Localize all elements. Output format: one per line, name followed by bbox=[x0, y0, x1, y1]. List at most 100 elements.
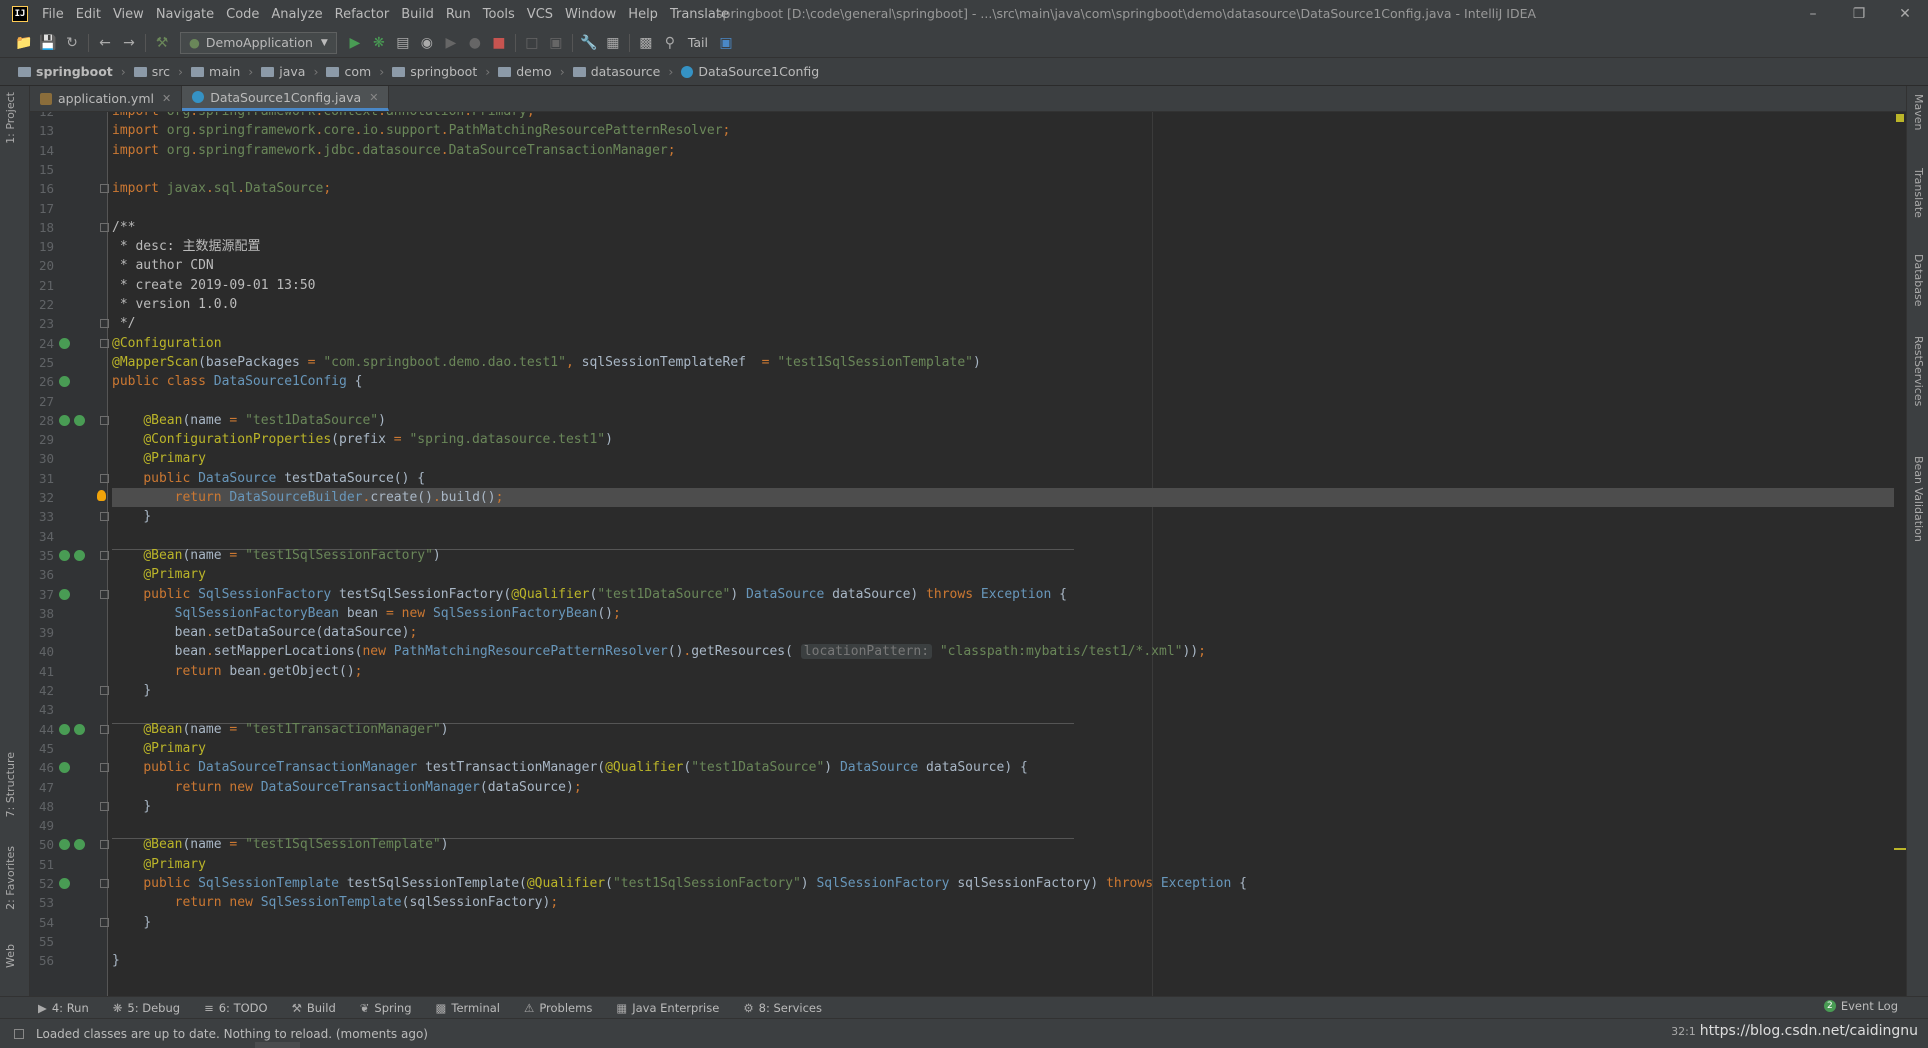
fold-marker-icon[interactable] bbox=[100, 319, 109, 329]
menu-analyze[interactable]: Analyze bbox=[265, 7, 328, 22]
terminal-window-icon[interactable]: ▩ bbox=[634, 31, 658, 55]
menu-navigate[interactable]: Navigate bbox=[150, 7, 220, 22]
tool-5-debug[interactable]: ❋ 5: Debug bbox=[113, 1001, 180, 1015]
menu-tools[interactable]: Tools bbox=[477, 7, 521, 22]
close-icon[interactable]: ✕ bbox=[1882, 0, 1928, 28]
tool-terminal[interactable]: ▩ Terminal bbox=[436, 1001, 500, 1015]
tool-spring[interactable]: ❦ Spring bbox=[360, 1001, 412, 1015]
run-configuration-select[interactable]: ● DemoApplication ▼ bbox=[180, 31, 337, 54]
favorites-tool-tab[interactable]: 2: Favorites bbox=[4, 846, 17, 910]
spring-bean-icon[interactable] bbox=[59, 878, 70, 889]
fold-marker-icon[interactable] bbox=[100, 512, 109, 522]
forward-icon[interactable]: → bbox=[117, 31, 141, 55]
profile-icon[interactable]: ◉ bbox=[415, 31, 439, 55]
menu-file[interactable]: File bbox=[36, 7, 70, 22]
caret-position[interactable]: 32:1 bbox=[1671, 1025, 1696, 1038]
spring-autowire-icon[interactable] bbox=[74, 839, 85, 851]
tab-datasource1config-java[interactable]: DataSource1Config.java ✕ bbox=[182, 86, 390, 111]
spring-bean-icon[interactable] bbox=[59, 723, 70, 735]
code-area[interactable]: import org.springframework.context.annot… bbox=[112, 112, 1896, 996]
breadcrumb-item[interactable]: demo bbox=[498, 64, 552, 79]
tail-button[interactable]: Tail bbox=[688, 35, 708, 50]
restore-icon[interactable]: ❐ bbox=[1836, 0, 1882, 28]
breadcrumb-item[interactable]: src bbox=[133, 64, 170, 79]
menu-code[interactable]: Code bbox=[220, 7, 265, 22]
database-tool-tab[interactable]: Database bbox=[1912, 254, 1925, 307]
fold-marker-icon[interactable] bbox=[100, 801, 109, 811]
spring-bean-icon[interactable] bbox=[59, 376, 70, 388]
fold-marker-icon[interactable] bbox=[100, 686, 109, 695]
menu-help[interactable]: Help bbox=[622, 7, 664, 22]
project-structure-icon[interactable]: ▦ bbox=[601, 31, 625, 55]
breadcrumb-item[interactable]: main bbox=[191, 64, 240, 79]
fold-marker-icon[interactable] bbox=[100, 550, 109, 560]
translate-tool-tab[interactable]: Translate bbox=[1912, 168, 1925, 218]
debug-icon[interactable]: ❋ bbox=[367, 31, 391, 55]
spring-bean-icon[interactable] bbox=[59, 414, 70, 426]
spring-bean-icon[interactable] bbox=[59, 337, 70, 349]
search-icon[interactable]: ⚲ bbox=[658, 31, 682, 55]
tool-build[interactable]: ⚒ Build bbox=[292, 1001, 336, 1015]
tool-8-services[interactable]: ⚙ 8: Services bbox=[743, 1001, 822, 1015]
menu-run[interactable]: Run bbox=[440, 7, 477, 22]
build-hammer-icon[interactable]: ⚒ bbox=[150, 31, 174, 55]
fold-marker-icon[interactable] bbox=[100, 763, 109, 773]
spring-autowire-icon[interactable] bbox=[74, 723, 85, 735]
fold-marker-icon[interactable] bbox=[100, 589, 109, 599]
close-tab-icon[interactable]: ✕ bbox=[162, 92, 171, 105]
tool-4-run[interactable]: ▶ 4: Run bbox=[38, 1001, 89, 1015]
spring-bean-icon[interactable] bbox=[59, 549, 70, 561]
tool-6-todo[interactable]: ≡ 6: TODO bbox=[204, 1001, 267, 1015]
minimize-icon[interactable]: – bbox=[1790, 0, 1836, 28]
status-toggle-icon[interactable] bbox=[14, 1028, 24, 1039]
tool-problems[interactable]: ⚠ Problems bbox=[524, 1001, 592, 1015]
fold-marker-icon[interactable] bbox=[100, 840, 109, 850]
update-icon[interactable]: □ bbox=[520, 31, 544, 55]
fold-marker-icon[interactable] bbox=[100, 184, 109, 194]
reload-icon[interactable]: ▣ bbox=[544, 31, 568, 55]
fold-marker-icon[interactable] bbox=[100, 222, 109, 232]
structure-tool-tab[interactable]: 7: Structure bbox=[4, 752, 17, 817]
run-dropdown-icon[interactable]: ▶ bbox=[439, 31, 463, 55]
restservices-tool-tab[interactable]: RestServices bbox=[1912, 336, 1925, 406]
breadcrumb-item[interactable]: springboot bbox=[392, 64, 477, 79]
menu-build[interactable]: Build bbox=[395, 7, 440, 22]
spring-autowire-icon[interactable] bbox=[74, 549, 85, 561]
lightbulb-icon[interactable] bbox=[97, 490, 106, 501]
tool-java-enterprise[interactable]: ▦ Java Enterprise bbox=[616, 1001, 719, 1015]
spring-autowire-icon[interactable] bbox=[74, 414, 85, 426]
fold-marker-icon[interactable] bbox=[100, 879, 109, 888]
breadcrumb-item[interactable]: java bbox=[261, 64, 305, 79]
sync-icon[interactable]: ↻ bbox=[60, 31, 84, 55]
breadcrumb-item[interactable]: springboot bbox=[18, 64, 113, 79]
spring-bean-icon[interactable] bbox=[59, 762, 70, 774]
translate-icon[interactable]: ▣ bbox=[714, 31, 738, 55]
menu-window[interactable]: Window bbox=[559, 7, 622, 22]
menu-edit[interactable]: Edit bbox=[70, 7, 107, 22]
coverage-icon[interactable]: ▤ bbox=[391, 31, 415, 55]
save-icon[interactable]: 💾 bbox=[36, 31, 60, 55]
maven-tool-tab[interactable]: Maven bbox=[1912, 94, 1925, 130]
fold-marker-icon[interactable] bbox=[100, 724, 109, 734]
web-tool-tab[interactable]: Web bbox=[4, 944, 17, 968]
menu-view[interactable]: View bbox=[107, 7, 150, 22]
stop-icon[interactable]: ■ bbox=[487, 31, 511, 55]
menu-vcs[interactable]: VCS bbox=[521, 7, 559, 22]
menu-refactor[interactable]: Refactor bbox=[329, 7, 396, 22]
fold-marker-icon[interactable] bbox=[100, 415, 109, 425]
fold-marker-icon[interactable] bbox=[100, 473, 109, 483]
open-folder-icon[interactable]: 📁 bbox=[12, 31, 36, 55]
fold-marker-icon[interactable] bbox=[100, 338, 109, 348]
run-icon[interactable]: ▶ bbox=[343, 31, 367, 55]
breadcrumb-item[interactable]: DataSource1Config bbox=[681, 64, 819, 79]
attach-icon[interactable]: ● bbox=[463, 31, 487, 55]
back-icon[interactable]: ← bbox=[93, 31, 117, 55]
bean-validation-tool-tab[interactable]: Bean Validation bbox=[1912, 456, 1925, 542]
editor-scrollbar[interactable] bbox=[1894, 112, 1906, 996]
tab-application-yml[interactable]: application.yml ✕ bbox=[30, 86, 183, 111]
project-tool-tab[interactable]: 1: Project bbox=[4, 92, 17, 144]
breadcrumb-item[interactable]: datasource bbox=[572, 64, 660, 79]
horizontal-scroll-thumb[interactable] bbox=[255, 1042, 300, 1048]
fold-marker-icon[interactable] bbox=[100, 917, 109, 927]
settings-wrench-icon[interactable]: 🔧 bbox=[577, 31, 601, 55]
